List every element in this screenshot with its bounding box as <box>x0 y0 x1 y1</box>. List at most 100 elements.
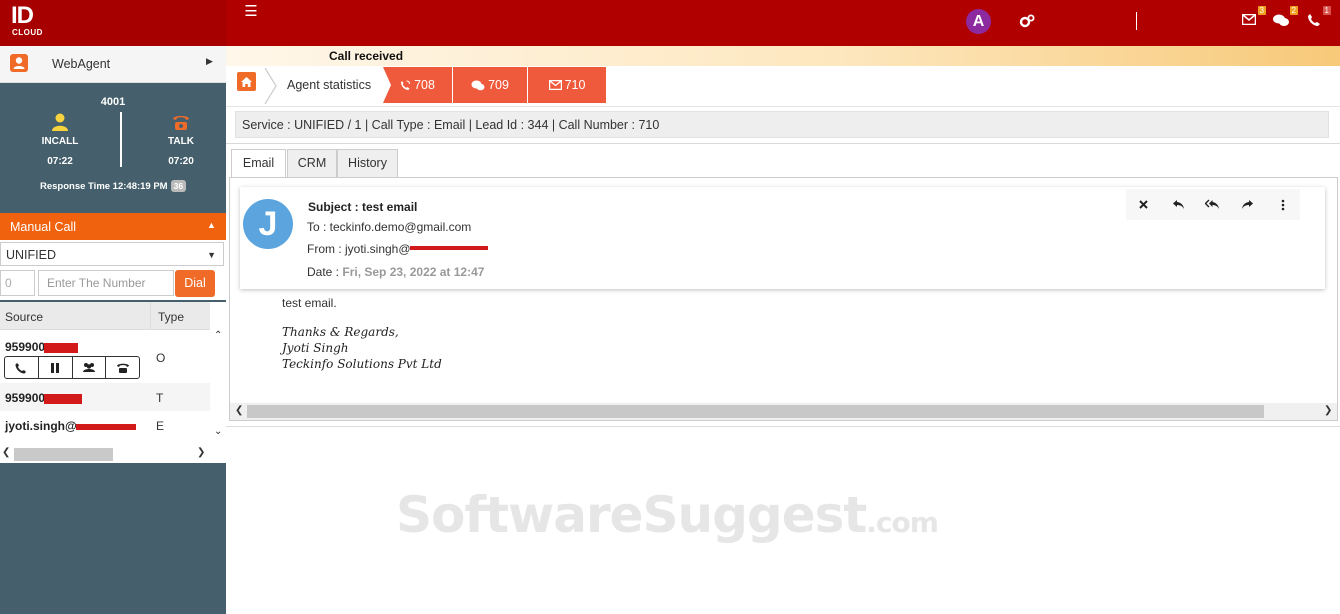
sender-avatar: J <box>243 199 293 249</box>
email-horizontal-scrollbar[interactable]: ❮ ❯ <box>230 403 1337 420</box>
scroll-left-icon[interactable]: ❮ <box>2 447 10 458</box>
close-email-button[interactable] <box>1126 189 1161 220</box>
row-type: E <box>156 419 165 433</box>
more-options-button[interactable] <box>1265 189 1300 220</box>
scroll-up-icon[interactable]: ⌃ <box>214 330 222 341</box>
email-from-text: From : jyoti.singh@ <box>307 242 411 256</box>
user-avatar[interactable]: A <box>966 9 991 34</box>
dial-button[interactable]: Dial <box>175 270 215 297</box>
email-subject: Subject : test email <box>308 200 418 214</box>
call-tab-710[interactable]: 710 <box>528 67 606 103</box>
incall-time: 07:22 <box>47 156 73 167</box>
incall-label: INCALL <box>41 136 79 147</box>
home-button[interactable] <box>237 72 256 91</box>
scroll-down-icon[interactable]: ⌄ <box>214 426 222 437</box>
hangup-call-button[interactable] <box>106 357 139 378</box>
manual-call-header[interactable]: Manual Call ▲ <box>0 213 226 240</box>
home-icon <box>241 76 252 87</box>
email-to: To : teckinfo.demo@gmail.com <box>307 220 472 234</box>
telephone-icon <box>173 116 189 130</box>
row-source: 959900 <box>5 391 83 405</box>
top-bar: ID CLOUD ☰ A 3 2 1 <box>0 0 1340 46</box>
row-type: T <box>156 391 164 405</box>
calls-notification-button[interactable]: 1 <box>1305 6 1331 30</box>
row-source-text: 959900 <box>5 391 46 405</box>
breadcrumb-separator-icon <box>264 68 277 104</box>
tab-email[interactable]: Email <box>231 149 286 179</box>
column-header-source: Source <box>5 310 44 324</box>
scrollbar-thumb[interactable] <box>14 448 113 461</box>
envelope-icon <box>1242 14 1256 25</box>
email-signature: Thanks & Regards, Jyoti Singh Teckinfo S… <box>282 324 442 372</box>
scroll-right-icon[interactable]: ❯ <box>197 447 205 458</box>
tab-crm[interactable]: CRM <box>287 149 337 178</box>
dial-prefix-input[interactable]: 0 <box>0 270 35 296</box>
detail-tabs: Email CRM History <box>226 143 1340 179</box>
table-vertical-scrollbar[interactable]: ⌃ ⌄ <box>210 302 226 445</box>
caret-up-icon: ▲ <box>207 220 216 230</box>
more-vertical-icon <box>1281 199 1284 210</box>
scrollbar-thumb[interactable] <box>247 405 1264 418</box>
table-row[interactable]: 959900 T <box>0 383 210 411</box>
talk-stat: TALK 07:20 <box>141 112 221 167</box>
divider <box>226 426 1340 427</box>
chat-icon <box>1273 14 1289 26</box>
call-tab-708[interactable]: 708 <box>383 67 452 103</box>
app-logo: ID CLOUD <box>0 0 226 46</box>
webagent-menu[interactable]: WebAgent ▶ <box>0 46 226 83</box>
manual-dial-form: UNIFIED ▼ 0 Enter The Number Dial <box>0 240 226 300</box>
agent-status-panel: 4001 INCALL 07:22 TALK 07:20 Response Ti… <box>0 83 226 211</box>
manual-call-title: Manual Call <box>10 220 77 234</box>
hamburger-menu-icon[interactable]: ☰ <box>243 4 259 20</box>
signature-line: Jyoti Singh <box>282 341 349 355</box>
conference-call-button[interactable] <box>73 357 107 378</box>
signature-line: Teckinfo Solutions Pvt Ltd <box>282 357 442 371</box>
mail-count-badge: 3 <box>1257 6 1266 15</box>
hold-call-button[interactable] <box>39 357 73 378</box>
phone-number-input[interactable]: Enter The Number <box>38 270 174 296</box>
talk-label: TALK <box>168 136 194 147</box>
reply-button[interactable] <box>1161 189 1196 220</box>
call-action-group <box>4 356 140 379</box>
breadcrumb-agent-statistics[interactable]: Agent statistics <box>287 78 371 92</box>
header-divider <box>1136 12 1137 30</box>
tab-history[interactable]: History <box>337 149 398 178</box>
signature-line: Thanks & Regards, <box>282 325 399 339</box>
phone-icon <box>1308 14 1320 26</box>
forward-icon <box>1242 200 1254 209</box>
row-type: O <box>156 351 166 365</box>
settings-cogs-icon[interactable] <box>1019 14 1035 30</box>
table-row[interactable]: jyoti.singh@ E <box>0 412 210 440</box>
table-header: Source Type <box>0 302 210 330</box>
scroll-left-icon[interactable]: ❮ <box>235 405 243 416</box>
logo-text: ID <box>11 2 34 29</box>
left-sidebar: WebAgent ▶ 4001 INCALL 07:22 TALK 07:20 … <box>0 46 226 614</box>
row-source: 959900 <box>5 340 79 354</box>
email-body: test email. <box>282 296 337 310</box>
service-selected-value: UNIFIED <box>6 248 56 262</box>
table-horizontal-scrollbar[interactable]: ❮ ❯ <box>0 445 210 462</box>
table-row[interactable]: 959900 O <box>0 332 210 382</box>
scroll-right-icon[interactable]: ❯ <box>1324 405 1332 416</box>
email-from: From : jyoti.singh@ <box>307 242 488 256</box>
calls-count-badge: 1 <box>1322 6 1331 15</box>
response-time: Response Time 12:48:19 PM 36 <box>40 180 187 192</box>
row-source-text: jyoti.singh@ <box>5 419 77 433</box>
close-icon <box>1139 200 1148 209</box>
group-users-icon <box>82 363 95 372</box>
call-tab-label: 708 <box>414 78 435 92</box>
telephone-icon <box>116 363 129 373</box>
chat-notification-button[interactable]: 2 <box>1272 6 1298 30</box>
service-select[interactable]: UNIFIED ▼ <box>0 242 224 266</box>
mail-notification-button[interactable]: 3 <box>1240 6 1266 30</box>
watermark: SoftwareSuggest.com <box>396 486 939 544</box>
reply-all-button[interactable] <box>1196 189 1231 220</box>
watermark-suffix: .com <box>866 506 939 539</box>
forward-button[interactable] <box>1230 189 1265 220</box>
call-tab-709[interactable]: 709 <box>453 67 527 103</box>
email-panel: J Subject : test email To : teckinfo.dem… <box>229 177 1338 421</box>
chevron-down-icon: ▼ <box>207 250 216 260</box>
redaction-bar <box>409 245 488 250</box>
transfer-call-button[interactable] <box>5 357 39 378</box>
email-date: Date : Fri, Sep 23, 2022 at 12:47 <box>307 265 484 279</box>
